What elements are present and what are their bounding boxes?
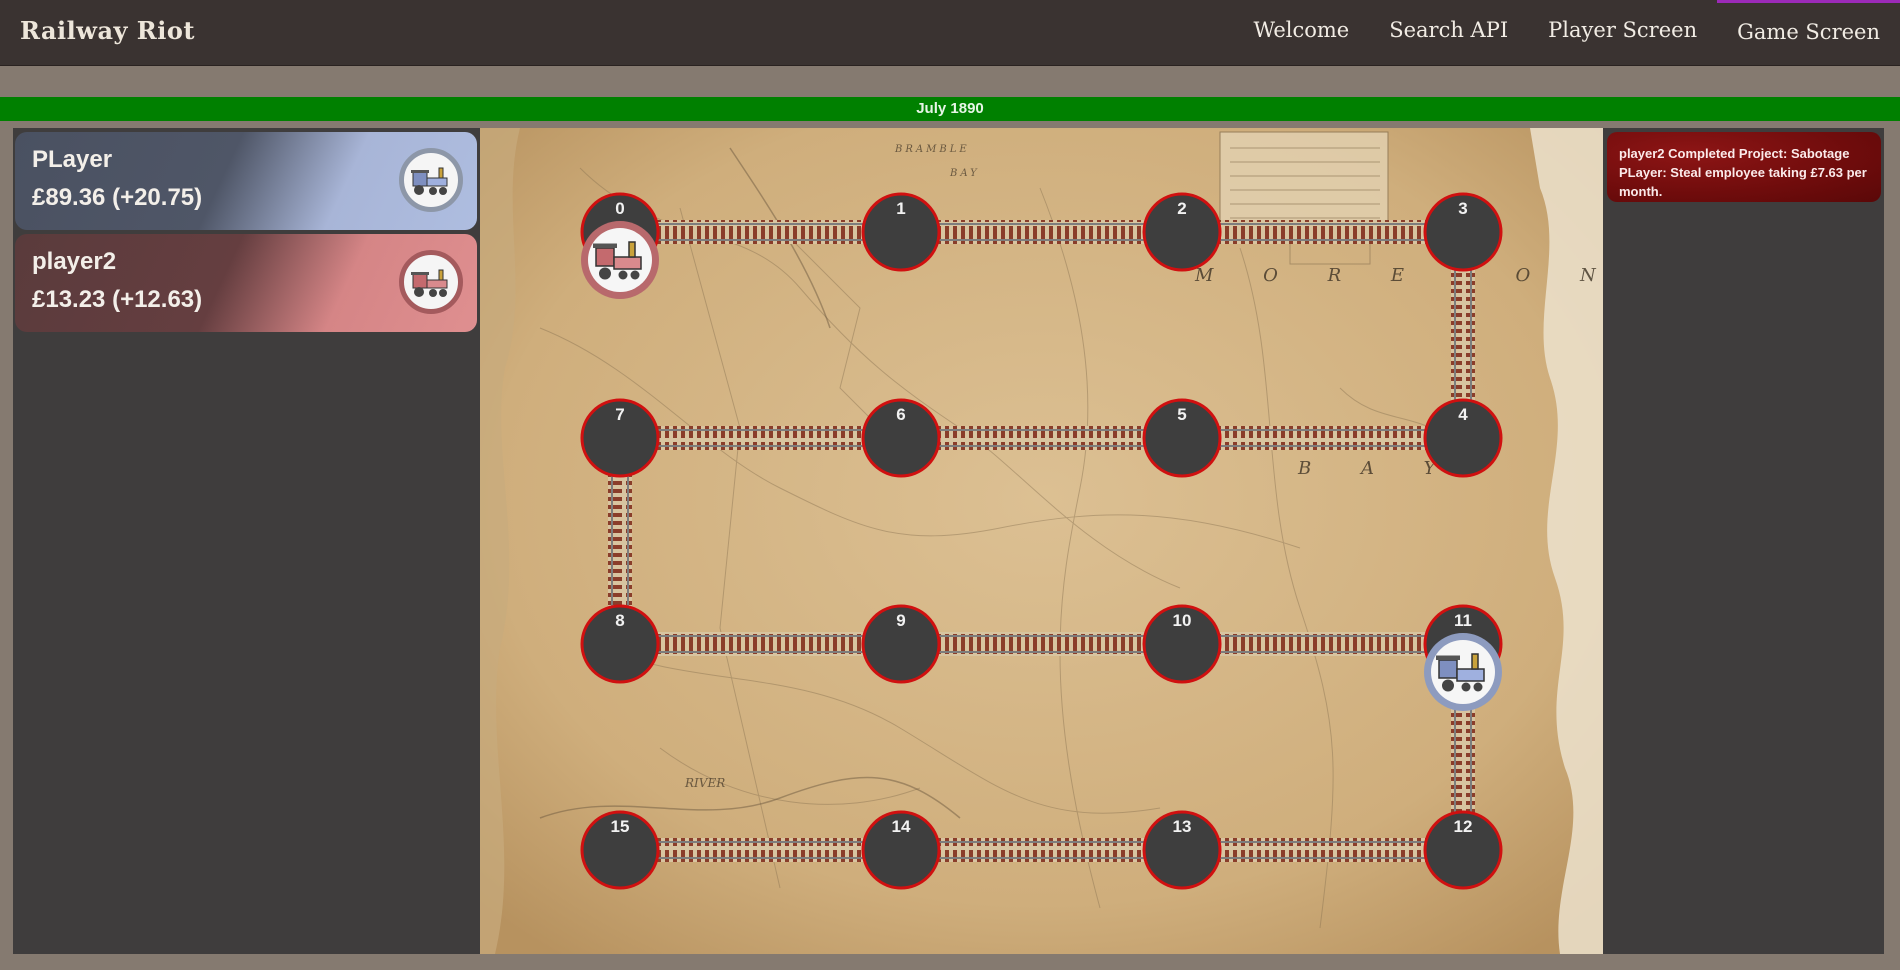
locomotive-blue-icon <box>1424 633 1502 711</box>
station-3[interactable]: 3 <box>1423 192 1503 272</box>
station-number: 3 <box>1458 199 1467 218</box>
station-12[interactable]: 12 <box>1423 810 1503 890</box>
station-number: 12 <box>1454 817 1473 836</box>
page-footer-strip <box>0 954 1900 970</box>
station-7[interactable]: 7 <box>580 398 660 478</box>
station-13[interactable]: 13 <box>1142 810 1222 890</box>
player-money: £13.23 (+12.63) <box>32 286 203 313</box>
track-9-10 <box>901 632 1182 656</box>
track-1-2 <box>901 220 1182 244</box>
player-name: PLayer <box>32 146 113 173</box>
player-money: £89.36 (+20.75) <box>32 184 203 211</box>
game-board: M O R E T O N B A Y RIVER BRAMBLE BAY 01… <box>480 128 1603 954</box>
event-card: player2 Completed Project: Sabotage PLay… <box>1607 132 1881 202</box>
nav-game-screen[interactable]: Game Screen <box>1717 0 1900 66</box>
station-number: 2 <box>1177 199 1186 218</box>
track-2-3 <box>1182 220 1463 244</box>
locomotive-blue-icon <box>399 148 463 212</box>
station-number: 15 <box>611 817 630 836</box>
track-10-11 <box>1182 632 1463 656</box>
station-9[interactable]: 9 <box>861 604 941 684</box>
station-number: 0 <box>615 199 624 218</box>
station-number: 8 <box>615 611 624 630</box>
station-number: 6 <box>896 405 905 424</box>
track-6-7 <box>620 426 901 450</box>
nav-menu: Welcome Search API Player Screen Game Sc… <box>1233 0 1900 66</box>
station-6[interactable]: 6 <box>861 398 941 478</box>
station-number: 9 <box>896 611 905 630</box>
station-number: 14 <box>892 817 911 836</box>
station-number: 11 <box>1454 611 1472 630</box>
track-13-14 <box>901 838 1182 862</box>
locomotive-red-icon <box>399 250 463 314</box>
station-number: 5 <box>1177 405 1186 424</box>
player-panel: PLayer £89.36 (+20.75) player2 £13.23 (+… <box>13 128 480 954</box>
event-panel: player2 Completed Project: Sabotage PLay… <box>1603 128 1884 954</box>
station-8[interactable]: 8 <box>580 604 660 684</box>
station-15[interactable]: 15 <box>580 810 660 890</box>
railway-network: 0 1 2 345678 9 10 1112131415 <box>580 192 1503 890</box>
station-1[interactable]: 1 <box>861 192 941 272</box>
app-title[interactable]: Railway Riot <box>20 16 195 45</box>
nav-search-api[interactable]: Search API <box>1369 0 1528 66</box>
station-5[interactable]: 5 <box>1142 398 1222 478</box>
track-5-6 <box>901 426 1182 450</box>
station-number: 13 <box>1173 817 1192 836</box>
station-number: 4 <box>1458 405 1468 424</box>
nav-welcome[interactable]: Welcome <box>1233 0 1369 66</box>
locomotive-red-icon <box>581 221 659 299</box>
track-8-9 <box>620 632 901 656</box>
player-card-player2[interactable]: player2 £13.23 (+12.63) <box>15 234 477 332</box>
station-10[interactable]: 10 <box>1142 604 1222 684</box>
nav-player-screen[interactable]: Player Screen <box>1528 0 1717 66</box>
player-name: player2 <box>32 248 117 275</box>
station-14[interactable]: 14 <box>861 810 941 890</box>
station-4[interactable]: 4 <box>1423 398 1503 478</box>
station-number: 10 <box>1173 611 1192 630</box>
track-12-13 <box>1182 838 1463 862</box>
date-banner: July 1890 <box>0 97 1900 121</box>
station-2[interactable]: 2 <box>1142 192 1222 272</box>
station-number: 1 <box>896 199 905 218</box>
station-number: 7 <box>615 405 624 424</box>
track-4-5 <box>1182 426 1463 450</box>
player-card-player1[interactable]: PLayer £89.36 (+20.75) <box>15 132 477 230</box>
track-14-15 <box>620 838 901 862</box>
track-0-1 <box>620 220 901 244</box>
top-navbar: Railway Riot Welcome Search API Player S… <box>0 0 1900 66</box>
